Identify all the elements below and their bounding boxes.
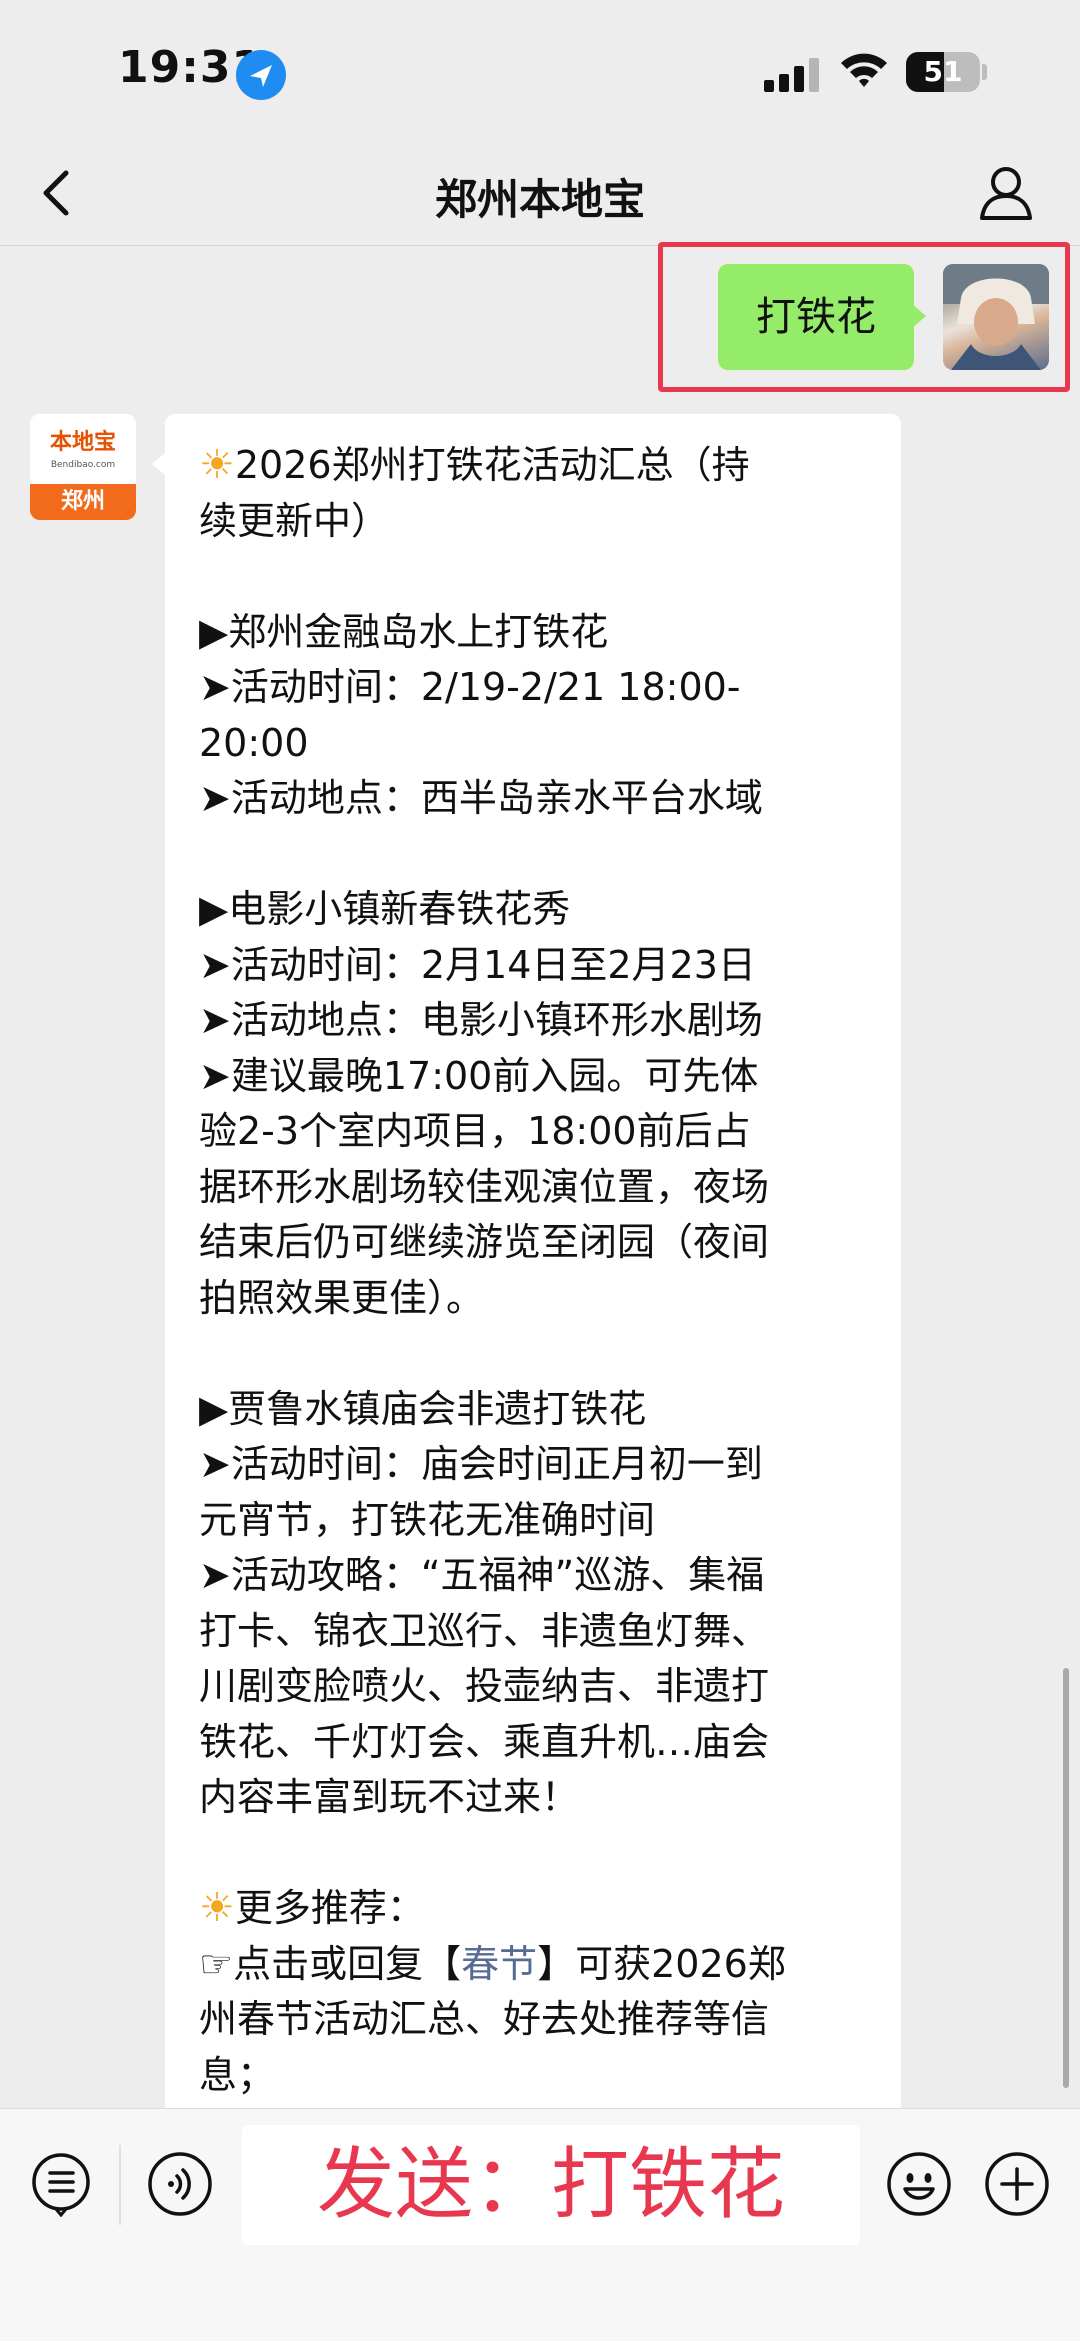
reply-line-text: 】可获2026郑 [537,1941,786,1986]
received-message-bubble[interactable]: ☀2026郑州打铁花活动汇总（持 续更新中） ▶郑州金融岛水上打铁花 ➤活动时间：2/… [165,414,901,2114]
chat-title: 郑州本地宝 [434,175,645,224]
reply-line-text: ▶电影小镇新春铁花秀 [199,887,571,931]
sent-message-bubble[interactable]: 打铁花 [718,264,914,370]
reply-line: 元宵节，打铁花无准确时间 [199,1493,871,1549]
bot-logo: 本地宝 Bendibao.com [30,414,136,484]
reply-line: ➤活动地点：西半岛亲水平台水域 [199,771,871,827]
reply-line-text: 川剧变脸喷火、投壶纳吉、非遗打 [199,1664,770,1708]
reply-line [199,1826,871,1882]
reply-text: ☀2026郑州打铁花活动汇总（持 续更新中） ▶郑州金融岛水上打铁花 ➤活动时间：2/… [199,438,871,2103]
reply-line-text: ➤活动时间：2月14日至2月23日 [199,942,756,987]
reply-line-text: 验2-3个室内项目，18:00前后占 [199,1109,751,1153]
wifi-icon [838,50,890,90]
reply-line: 验2-3个室内项目，18:00前后占 [199,1104,871,1160]
reply-line: 内容丰富到玩不过来！ [199,1770,871,1826]
bot-avatar[interactable]: 本地宝 Bendibao.com 郑州 [30,414,136,520]
battery-cap [982,64,987,80]
input-divider [119,2145,121,2225]
bot-logo-name: 本地宝 [49,430,116,455]
reply-line-text: ➤活动时间：2/19-2/21 18:00- [199,665,741,709]
reply-line: ▶贾鲁水镇庙会非遗打铁花 [199,1382,871,1438]
reply-line: ➤活动时间：2/19-2/21 18:00- [199,660,871,716]
received-bubble-tail [152,452,166,476]
reply-line: ➤活动时间：2月14日至2月23日 [199,938,871,994]
reply-line: 结束后仍可继续游览至闭园（夜间 [199,1215,871,1271]
reply-line-text: 据环形水剧场较佳观演位置，夜场 [199,1164,770,1209]
reply-line: 息； [199,2048,871,2104]
reply-line-text: ☞点击或回复【 [199,1941,462,1986]
reply-line: 20:00 [199,716,871,772]
reply-line-text: 内容丰富到玩不过来！ [199,1775,580,1819]
reply-line: ☀2026郑州打铁花活动汇总（持 [199,438,871,494]
message-input-text: 发送：打铁花 [316,2140,785,2230]
reply-line: 州春节活动汇总、好去处推荐等信 [199,1992,871,2048]
reply-line [199,1326,871,1382]
reply-line: 续更新中） [199,494,871,550]
reply-line: ▶郑州金融岛水上打铁花 [199,605,871,661]
reply-line: 铁花、千灯灯会、乘直升机…庙会 [199,1715,871,1771]
status-bar: 19:31 51 [0,0,1080,140]
reply-line-text: 结束后仍可继续游览至闭园（夜间 [199,1220,770,1264]
reply-line-text: ➤活动地点：电影小镇环形水剧场 [199,998,763,1042]
reply-line-text: 续更新中） [199,498,390,543]
message-input[interactable]: 发送：打铁花 [242,2125,860,2245]
reply-line-text: ➤建议最晚17:00前入园。可先体 [199,1053,759,1098]
reply-line-text: ➤活动攻略：“五福神”巡游、集福 [199,1553,765,1597]
list-menu-icon[interactable] [28,2151,94,2218]
sent-bubble-tail [912,304,926,328]
reply-line-text: 更多推荐： [234,1886,425,1930]
person-icon[interactable] [976,162,1036,222]
reply-line-text: ▶郑州金融岛水上打铁花 [199,609,609,654]
spring-festival-link[interactable]: 春节 [461,1942,537,1986]
reply-line-text: 元宵节，打铁花无准确时间 [199,1497,656,1542]
reply-line: 拍照效果更佳）。 [199,1271,871,1327]
bot-logo-city: 郑州 [30,484,136,520]
reply-line [199,827,871,883]
user-avatar[interactable] [943,264,1049,370]
reply-line: 打卡、锦衣卫巡行、非遗鱼灯舞、 [199,1604,871,1660]
bot-logo-url: Bendibao.com [50,460,116,470]
reply-line [199,549,871,605]
reply-line-text: ▶贾鲁水镇庙会非遗打铁花 [199,1386,647,1431]
emoji-icon[interactable] [886,2151,952,2217]
reply-line: ▶电影小镇新春铁花秀 [199,882,871,938]
reply-line: ☞点击或回复【春节】可获2026郑 [199,1937,871,1993]
reply-line-text: 拍照效果更佳）。 [199,1275,485,1320]
reply-line: ➤活动地点：电影小镇环形水剧场 [199,993,871,1049]
reply-line: ➤建议最晚17:00前入园。可先体 [199,1049,871,1105]
reply-line-text: 息； [199,2052,276,2097]
sun-icon: ☀ [199,1885,235,1931]
sun-icon: ☀ [199,442,235,488]
reply-line-text: 2026郑州打铁花活动汇总（持 [234,443,750,487]
battery-icon: 51 [906,52,980,92]
reply-line: ➤活动时间：庙会时间正月初一到 [199,1437,871,1493]
reply-line-text: ➤活动地点：西半岛亲水平台水域 [199,776,763,820]
scrollbar[interactable] [1063,1668,1069,2088]
nav-bar: 郑州本地宝 [0,140,1080,246]
reply-line-text: 州春节活动汇总、好去处推荐等信 [199,1997,770,2041]
input-bar: 发送：打铁花 [0,2108,1080,2341]
reply-line-text: 铁花、千灯灯会、乘直升机…庙会 [199,1719,770,1764]
reply-line-text: 打卡、锦衣卫巡行、非遗鱼灯舞、 [199,1608,770,1653]
reply-line-text: ➤活动时间：庙会时间正月初一到 [199,1442,763,1486]
location-arrow-icon [236,50,286,100]
reply-line-text: 20:00 [199,720,309,765]
reply-line: 川剧变脸喷火、投壶纳吉、非遗打 [199,1659,871,1715]
cellular-signal-icon [764,58,820,92]
plus-icon[interactable] [984,2151,1050,2217]
battery-level: 51 [923,55,963,88]
reply-line: ➤活动攻略：“五福神”巡游、集福 [199,1548,871,1604]
reply-line: ☀更多推荐： [199,1881,871,1937]
reply-line: 据环形水剧场较佳观演位置，夜场 [199,1160,871,1216]
voice-icon[interactable] [147,2151,213,2217]
